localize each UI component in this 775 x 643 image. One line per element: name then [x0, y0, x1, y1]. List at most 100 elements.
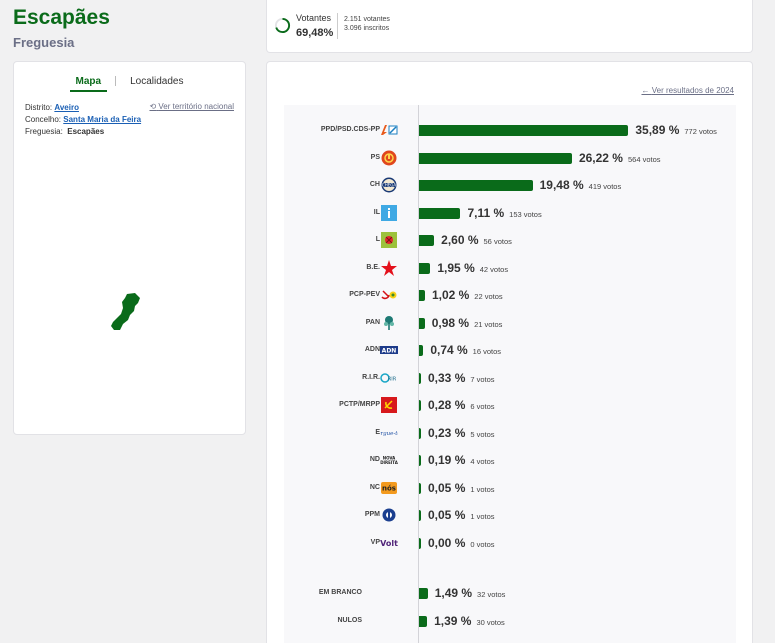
- party-name: R.I.R.: [362, 373, 380, 381]
- result-row: Eergue-te0,23 %5 votos: [284, 423, 736, 443]
- result-votes: 772 votos: [684, 127, 717, 136]
- result-votes: 7 votos: [470, 374, 495, 384]
- result-percent-value: 1,02 %: [431, 288, 470, 302]
- result-bar: [419, 615, 428, 627]
- rir-logo-icon: RIR: [380, 369, 398, 387]
- result-votes: 564 votos: [627, 154, 661, 164]
- party-name: PPM: [364, 511, 380, 518]
- result-bar: [419, 455, 421, 466]
- result-row: PPD/PSD.CDS-PP 35,89 % 772 votos: [284, 120, 736, 140]
- result-percent: 0,05 % 1 votos: [428, 508, 495, 522]
- result-percent: 1,39 % 30 votos: [434, 614, 505, 628]
- party-name: NULOS: [337, 616, 363, 624]
- result-percent: 0,23 % 5 votos: [428, 426, 495, 440]
- turnout-panel: Votantes 69,48% 2.151 votantes 3.096 ins…: [266, 0, 753, 53]
- result-row: PPM 0,05 % 1 votos: [284, 505, 736, 525]
- distrito-label: Distrito:: [25, 103, 53, 112]
- concelho-link[interactable]: Santa Maria da Feira: [63, 115, 141, 124]
- svg-text:CHEGA: CHEGA: [382, 183, 396, 188]
- ergue-te-logo-icon: ergue-te: [380, 424, 398, 442]
- result-bar: [419, 372, 421, 384]
- result-bar: [419, 400, 421, 411]
- party-name: CH: [369, 181, 380, 188]
- result-votes: 1 votos: [470, 512, 495, 521]
- concelho-label: Concelho:: [25, 115, 62, 124]
- result-row: PS 26,22 % 564 votos: [284, 148, 736, 168]
- nos-cidadaos-logo-icon: nós: [380, 479, 398, 497]
- result-percent: 0,05 % 1 votos: [428, 481, 495, 495]
- result-row: IL 7,11 % 153 votos: [284, 203, 736, 223]
- result-percent-value: 0,19 %: [428, 453, 466, 467]
- result-percent-value: 0,74 %: [430, 343, 468, 357]
- page-title: Escapães: [13, 6, 110, 29]
- result-percent-value: 0,00 %: [428, 535, 466, 550]
- result-bar: [419, 510, 421, 521]
- result-votes: 42 votos: [479, 264, 509, 274]
- party-name: VP: [370, 538, 380, 546]
- result-percent: 0,33 % 7 votos: [428, 371, 495, 385]
- result-row: NULOS 1,39 % 30 votos: [284, 611, 736, 631]
- party-name: PAN: [365, 318, 380, 326]
- parish-map-shape[interactable]: [109, 292, 145, 332]
- result-bar: [419, 345, 424, 356]
- cdu-logo-icon: [380, 286, 398, 304]
- result-percent-value: 0,05 %: [428, 480, 466, 495]
- svg-text:ergue-te: ergue-te: [380, 431, 398, 437]
- result-votes: 1 votos: [470, 484, 495, 494]
- result-percent-value: 19,48 %: [539, 178, 584, 192]
- distrito-link[interactable]: Aveiro: [54, 103, 79, 112]
- result-percent-value: 0,28 %: [428, 398, 466, 412]
- result-percent: 2,60 % 56 votos: [441, 233, 512, 247]
- freguesia-value: Escapães: [67, 127, 105, 136]
- result-percent: 1,95 % 42 votos: [437, 261, 508, 275]
- result-percent-value: 35,89 %: [635, 123, 680, 137]
- map-panel: Mapa Localidades Distrito: Aveiro Concelh…: [13, 61, 246, 435]
- tab-localidades[interactable]: Localidades: [124, 76, 189, 90]
- turnout-ring-icon: [274, 17, 291, 34]
- result-percent-value: 2,60 %: [441, 233, 479, 247]
- result-percent: 7,11 % 153 votos: [467, 206, 541, 220]
- result-row: PCP-PEV 1,02 % 22 votos: [284, 285, 736, 305]
- adn-logo-icon: ADN: [380, 341, 398, 359]
- svg-text:nós: nós: [382, 484, 396, 492]
- result-votes: 32 votos: [477, 590, 506, 599]
- result-percent-value: 0,23 %: [428, 425, 466, 440]
- volt-logo-icon: Volt: [380, 534, 398, 552]
- result-row: ADN ADN 0,74 % 16 votos: [284, 340, 736, 360]
- result-percent: 35,89 % 772 votos: [635, 123, 717, 137]
- ppm-logo-icon: [380, 506, 398, 524]
- svg-text:ADN: ADN: [382, 348, 397, 355]
- result-percent: 1,02 % 22 votos: [432, 288, 503, 302]
- result-bar: [419, 125, 629, 136]
- party-name: PCP-PEV: [349, 291, 380, 298]
- result-percent: 0,00 % 0 votos: [428, 536, 495, 550]
- tab-divider: [115, 76, 117, 87]
- turnout-percent: 69,48%: [296, 27, 334, 39]
- result-votes: 21 votos: [474, 319, 503, 329]
- previous-results-link[interactable]: ← Ver resultados de 2024: [641, 86, 734, 95]
- party-name: NC: [369, 483, 380, 491]
- result-percent: 0,19 % 4 votos: [428, 453, 495, 467]
- result-votes: 0 votos: [470, 539, 495, 549]
- page-subtitle: Freguesia: [13, 35, 75, 50]
- result-votes: 153 votos: [509, 209, 542, 219]
- svg-text:RIR: RIR: [388, 376, 397, 382]
- national-territory-link[interactable]: ⟲ Ver território nacional: [149, 102, 234, 111]
- result-row: R.I.R. RIR 0,33 % 7 votos: [284, 368, 736, 388]
- result-row: NC nós 0,05 % 1 votos: [284, 478, 736, 498]
- livre-logo-icon: [380, 231, 398, 249]
- result-bar: [419, 537, 421, 549]
- tab-mapa[interactable]: Mapa: [69, 76, 108, 92]
- result-percent: 19,48 % 419 votos: [540, 178, 622, 192]
- result-bar: [419, 588, 428, 599]
- svg-text:Volt: Volt: [380, 539, 398, 548]
- result-bar: [419, 317, 425, 329]
- result-row: PAN 0,98 % 21 votos: [284, 313, 736, 333]
- pan-logo-icon: [380, 314, 398, 332]
- ad-coalition-logo-icon: [380, 121, 398, 139]
- party-name: ND: [369, 456, 380, 463]
- result-percent: 26,22 % 564 votos: [579, 151, 661, 165]
- result-percent-value: 0,98 %: [431, 315, 470, 330]
- svg-text:DIREITA: DIREITA: [380, 460, 398, 465]
- result-bar: [419, 262, 431, 274]
